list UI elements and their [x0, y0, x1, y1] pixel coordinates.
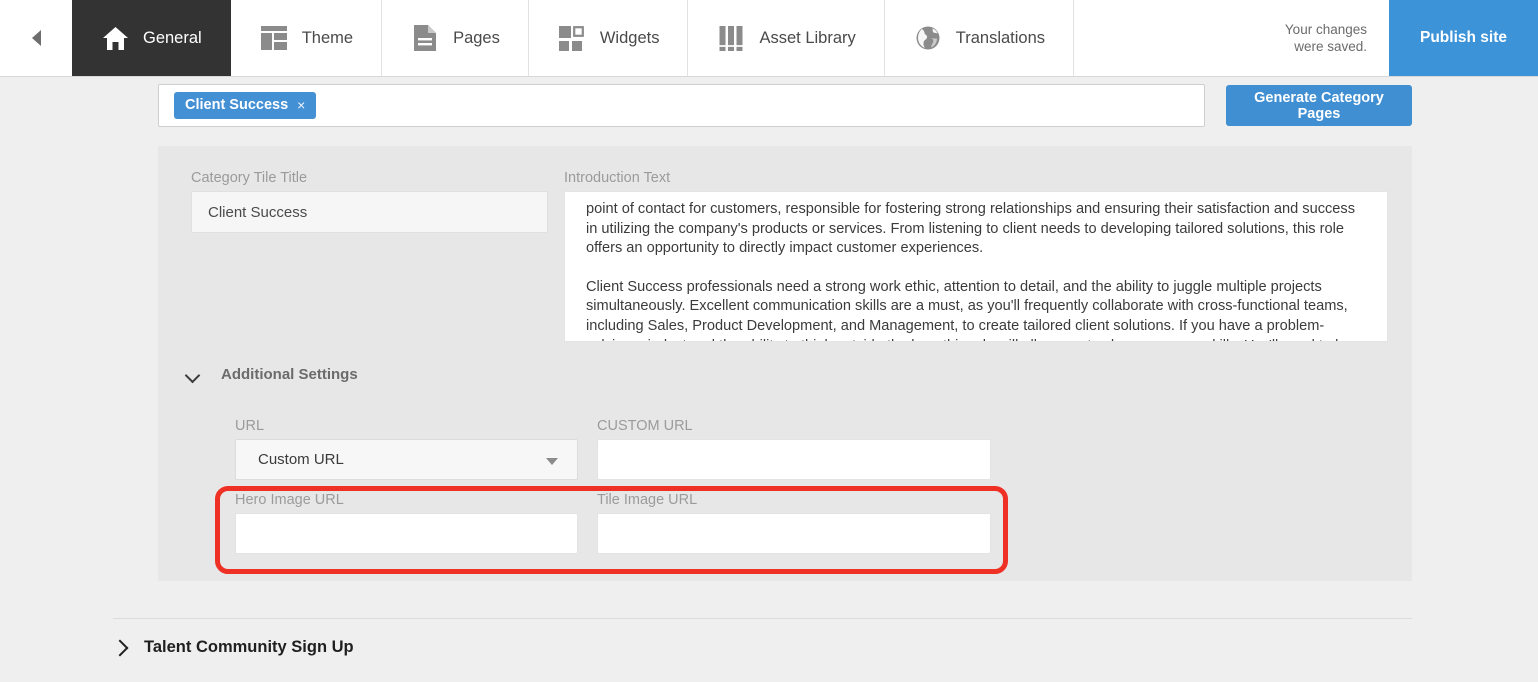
category-tile-title-label: Category Tile Title — [191, 170, 308, 186]
additional-settings-label: Additional Settings — [221, 366, 358, 383]
publish-site-label: Publish site — [1420, 29, 1507, 46]
tab-general-label: General — [143, 28, 202, 47]
tile-image-url-input[interactable] — [597, 513, 991, 554]
home-icon — [100, 23, 130, 53]
url-select[interactable]: Custom URL — [235, 439, 578, 480]
nav-spacer — [1074, 0, 1275, 76]
tab-pages[interactable]: Pages — [382, 0, 529, 76]
books-icon — [716, 23, 746, 53]
tab-translations-label: Translations — [955, 28, 1046, 47]
category-token[interactable]: Client Success × — [174, 92, 317, 119]
publish-site-button[interactable]: Publish site — [1389, 0, 1538, 76]
chevron-down-icon — [186, 370, 201, 379]
tab-asset-library[interactable]: Asset Library — [688, 0, 885, 76]
url-label: URL — [235, 418, 265, 434]
category-token-field[interactable]: Client Success × — [158, 84, 1205, 127]
hero-image-url-input[interactable] — [235, 513, 578, 554]
additional-settings-toggle[interactable]: Additional Settings — [186, 366, 358, 383]
tab-theme-label: Theme — [301, 28, 354, 47]
custom-url-label: CUSTOM URL — [597, 418, 693, 434]
tab-widgets[interactable]: Widgets — [528, 0, 689, 76]
grid-squares-icon — [557, 23, 587, 53]
top-navigation-bar: General Theme Pages Widgets Asset Librar… — [0, 0, 1538, 77]
globe-icon — [913, 23, 943, 53]
tab-asset-library-label: Asset Library — [759, 28, 856, 47]
talent-community-sign-up-label: Talent Community Sign Up — [144, 638, 354, 656]
tab-theme[interactable]: Theme — [230, 0, 383, 76]
generate-category-pages-button[interactable]: Generate Category Pages — [1226, 85, 1412, 126]
save-status-text: Your changes were saved. — [1274, 0, 1389, 76]
hero-image-url-label: Hero Image URL — [235, 492, 344, 508]
chevron-down-icon — [546, 458, 558, 465]
tile-image-url-label: Tile Image URL — [597, 492, 698, 508]
tab-widgets-label: Widgets — [599, 28, 660, 47]
introduction-paragraph: point of contact for customers, responsi… — [586, 201, 1356, 257]
general-settings-panel: Category Tile Title Introduction Text po… — [158, 146, 1412, 581]
chevron-right-icon — [113, 641, 126, 654]
url-select-value: Custom URL — [258, 451, 344, 468]
section-divider — [113, 618, 1412, 619]
document-icon — [410, 23, 440, 53]
category-token-label: Client Success — [185, 97, 289, 113]
chevron-left-icon — [31, 30, 41, 46]
talent-community-sign-up-toggle[interactable]: Talent Community Sign Up — [113, 638, 354, 657]
close-icon[interactable]: × — [297, 97, 305, 113]
tab-pages-label: Pages — [453, 28, 500, 47]
nav-collapse-button[interactable] — [0, 0, 72, 76]
category-tile-title-input[interactable] — [191, 191, 548, 233]
layout-icon — [259, 23, 289, 53]
tab-translations[interactable]: Translations — [884, 0, 1075, 76]
introduction-text-area[interactable]: point of contact for customers, responsi… — [564, 191, 1388, 342]
tab-general[interactable]: General — [72, 0, 231, 76]
custom-url-input[interactable] — [597, 439, 991, 480]
introduction-paragraph: Client Success professionals need a stro… — [586, 278, 1351, 341]
introduction-text-label: Introduction Text — [564, 170, 671, 186]
